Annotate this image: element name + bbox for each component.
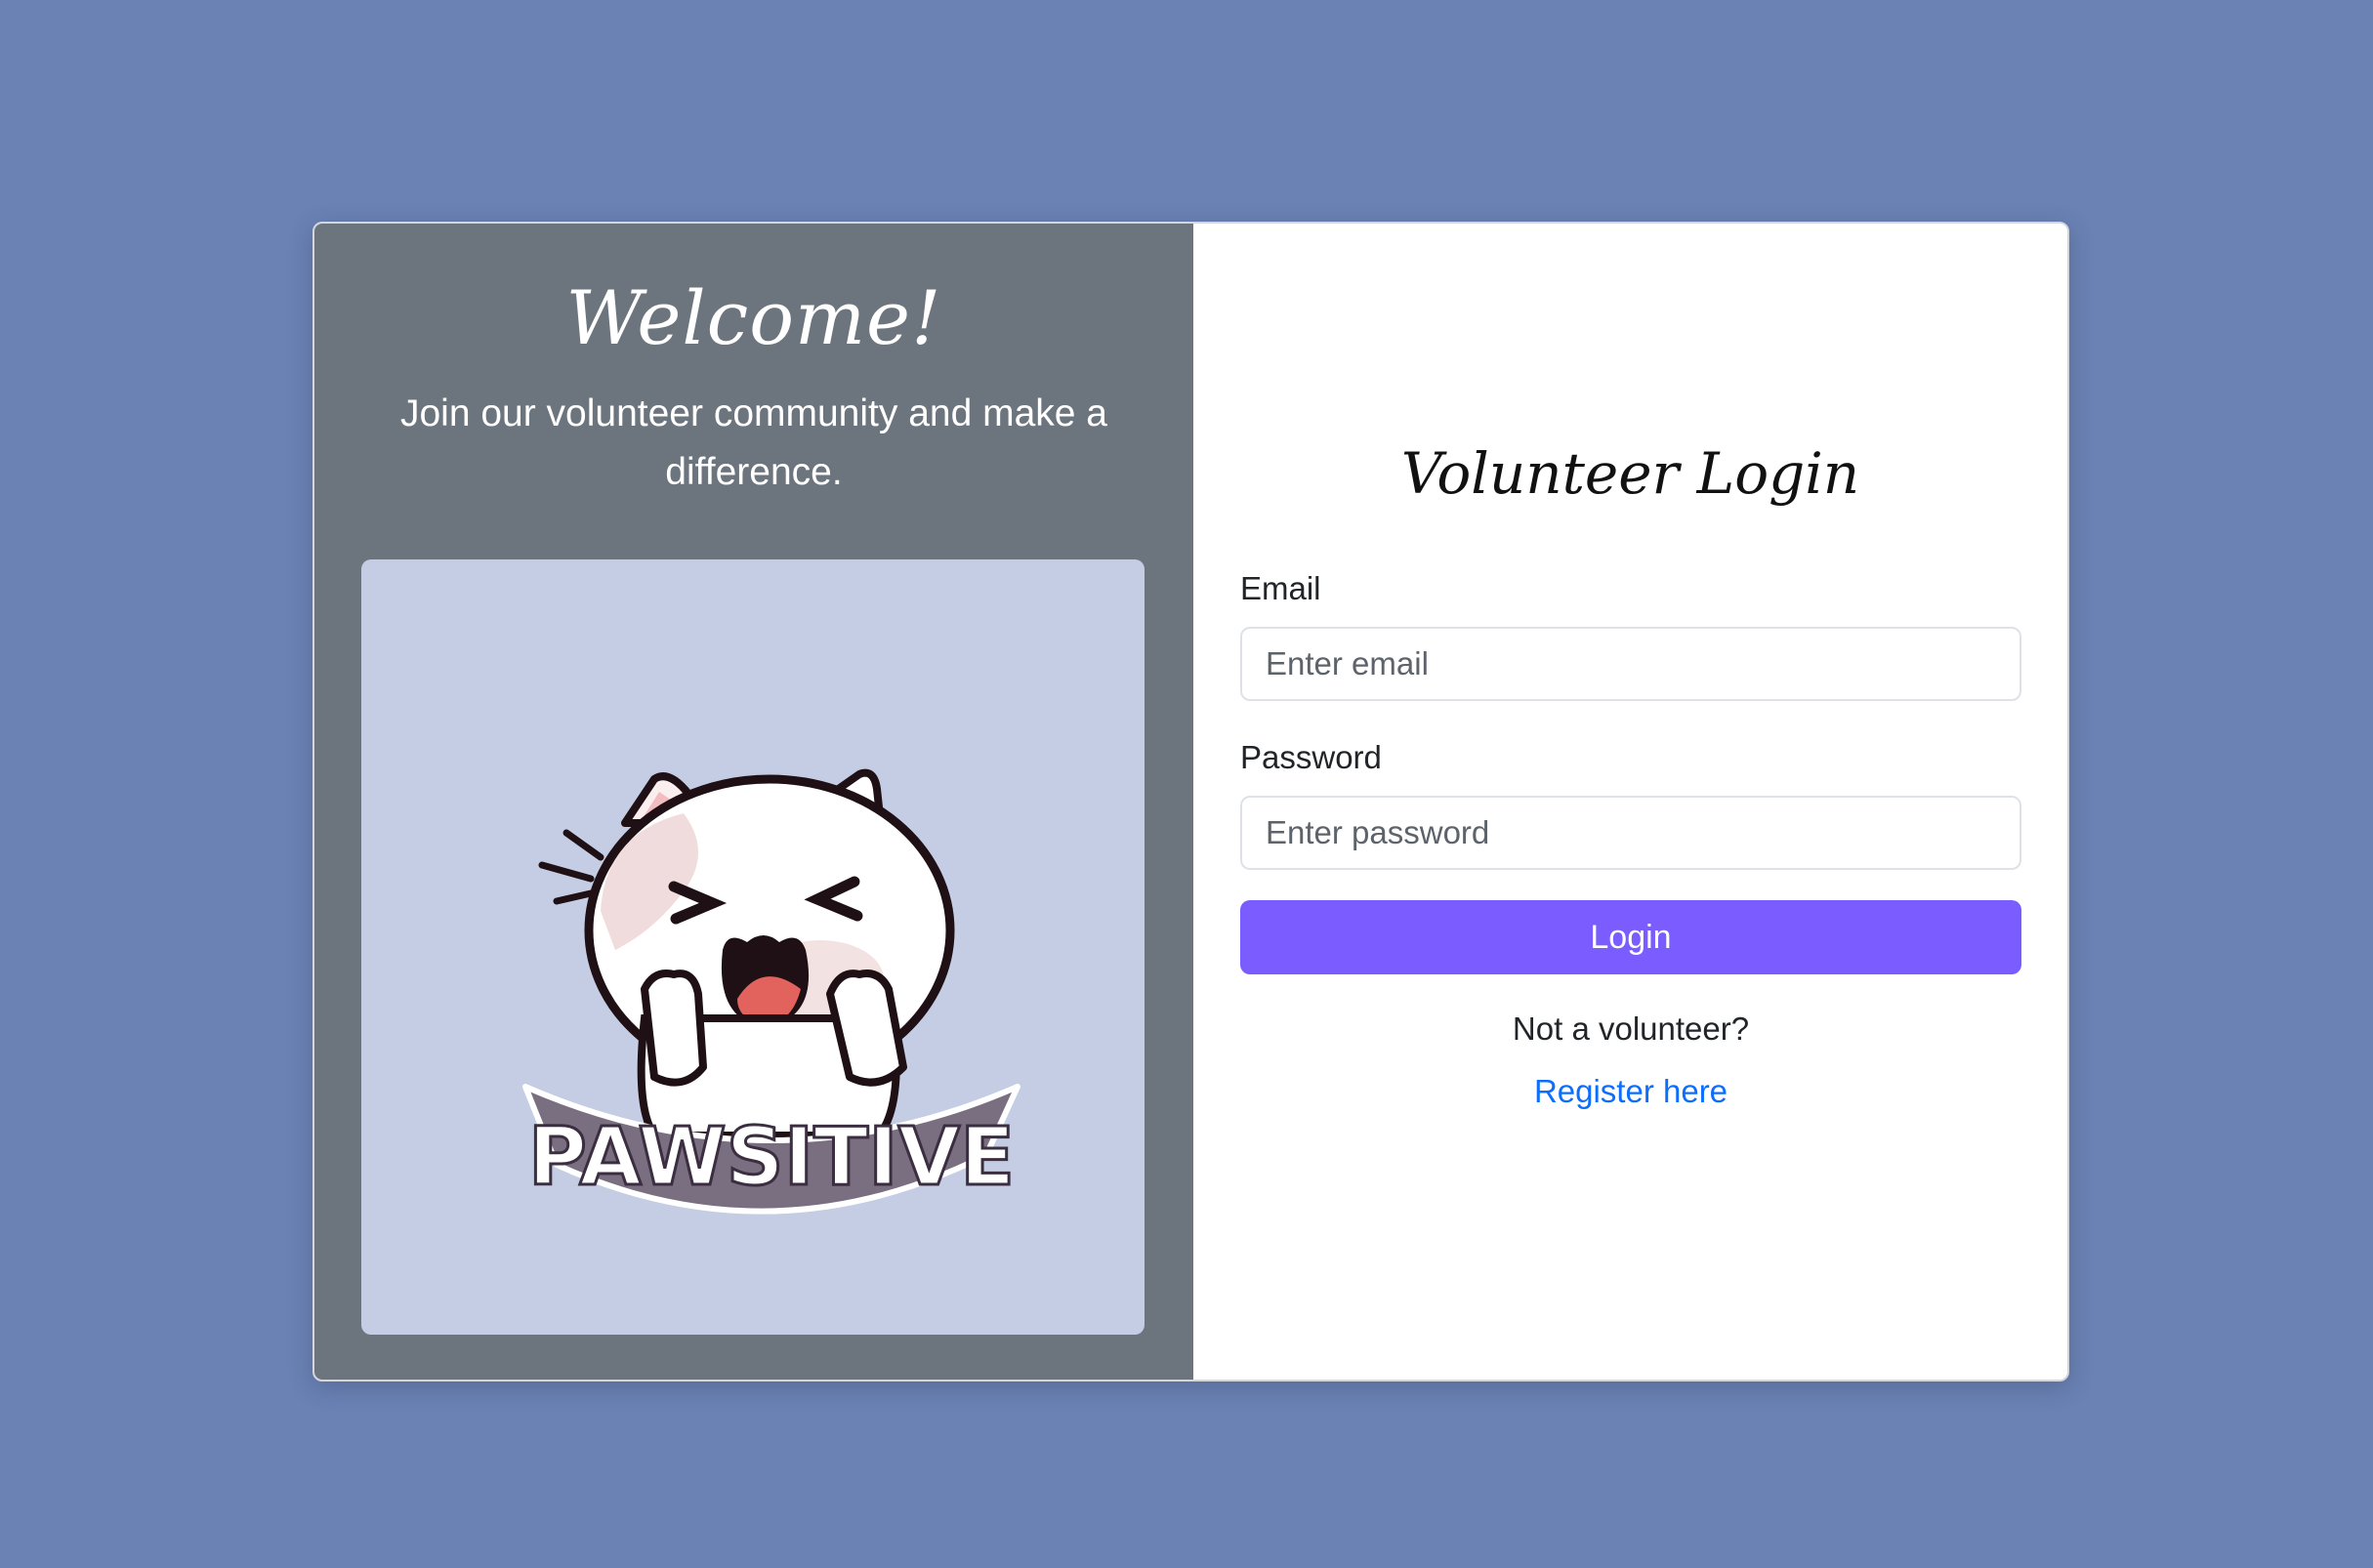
logo-text: PAWSITIVE <box>528 1111 1015 1204</box>
login-card: Welcome! Join our volunteer community an… <box>312 222 2069 1382</box>
form-title: Volunteer Login <box>1400 440 1860 507</box>
cat-mascot-icon: PAWSITIVE <box>522 768 1020 1215</box>
mascot-image: PAWSITIVE <box>361 559 1145 1335</box>
welcome-panel: Welcome! Join our volunteer community an… <box>314 224 1193 1380</box>
welcome-subtitle: Join our volunteer community and make a … <box>399 392 1108 493</box>
not-volunteer-text: Not a volunteer? <box>1512 1011 1750 1047</box>
register-link[interactable]: Register here <box>1240 1073 2021 1110</box>
password-label: Password <box>1240 739 1382 775</box>
password-field[interactable] <box>1240 796 2021 870</box>
email-field[interactable] <box>1240 627 2021 701</box>
login-button[interactable]: Login <box>1240 900 2021 974</box>
login-panel: Volunteer Login Email Password Login Not… <box>1193 224 2067 1380</box>
email-label: Email <box>1240 570 1321 606</box>
welcome-title: Welcome! <box>565 274 942 361</box>
